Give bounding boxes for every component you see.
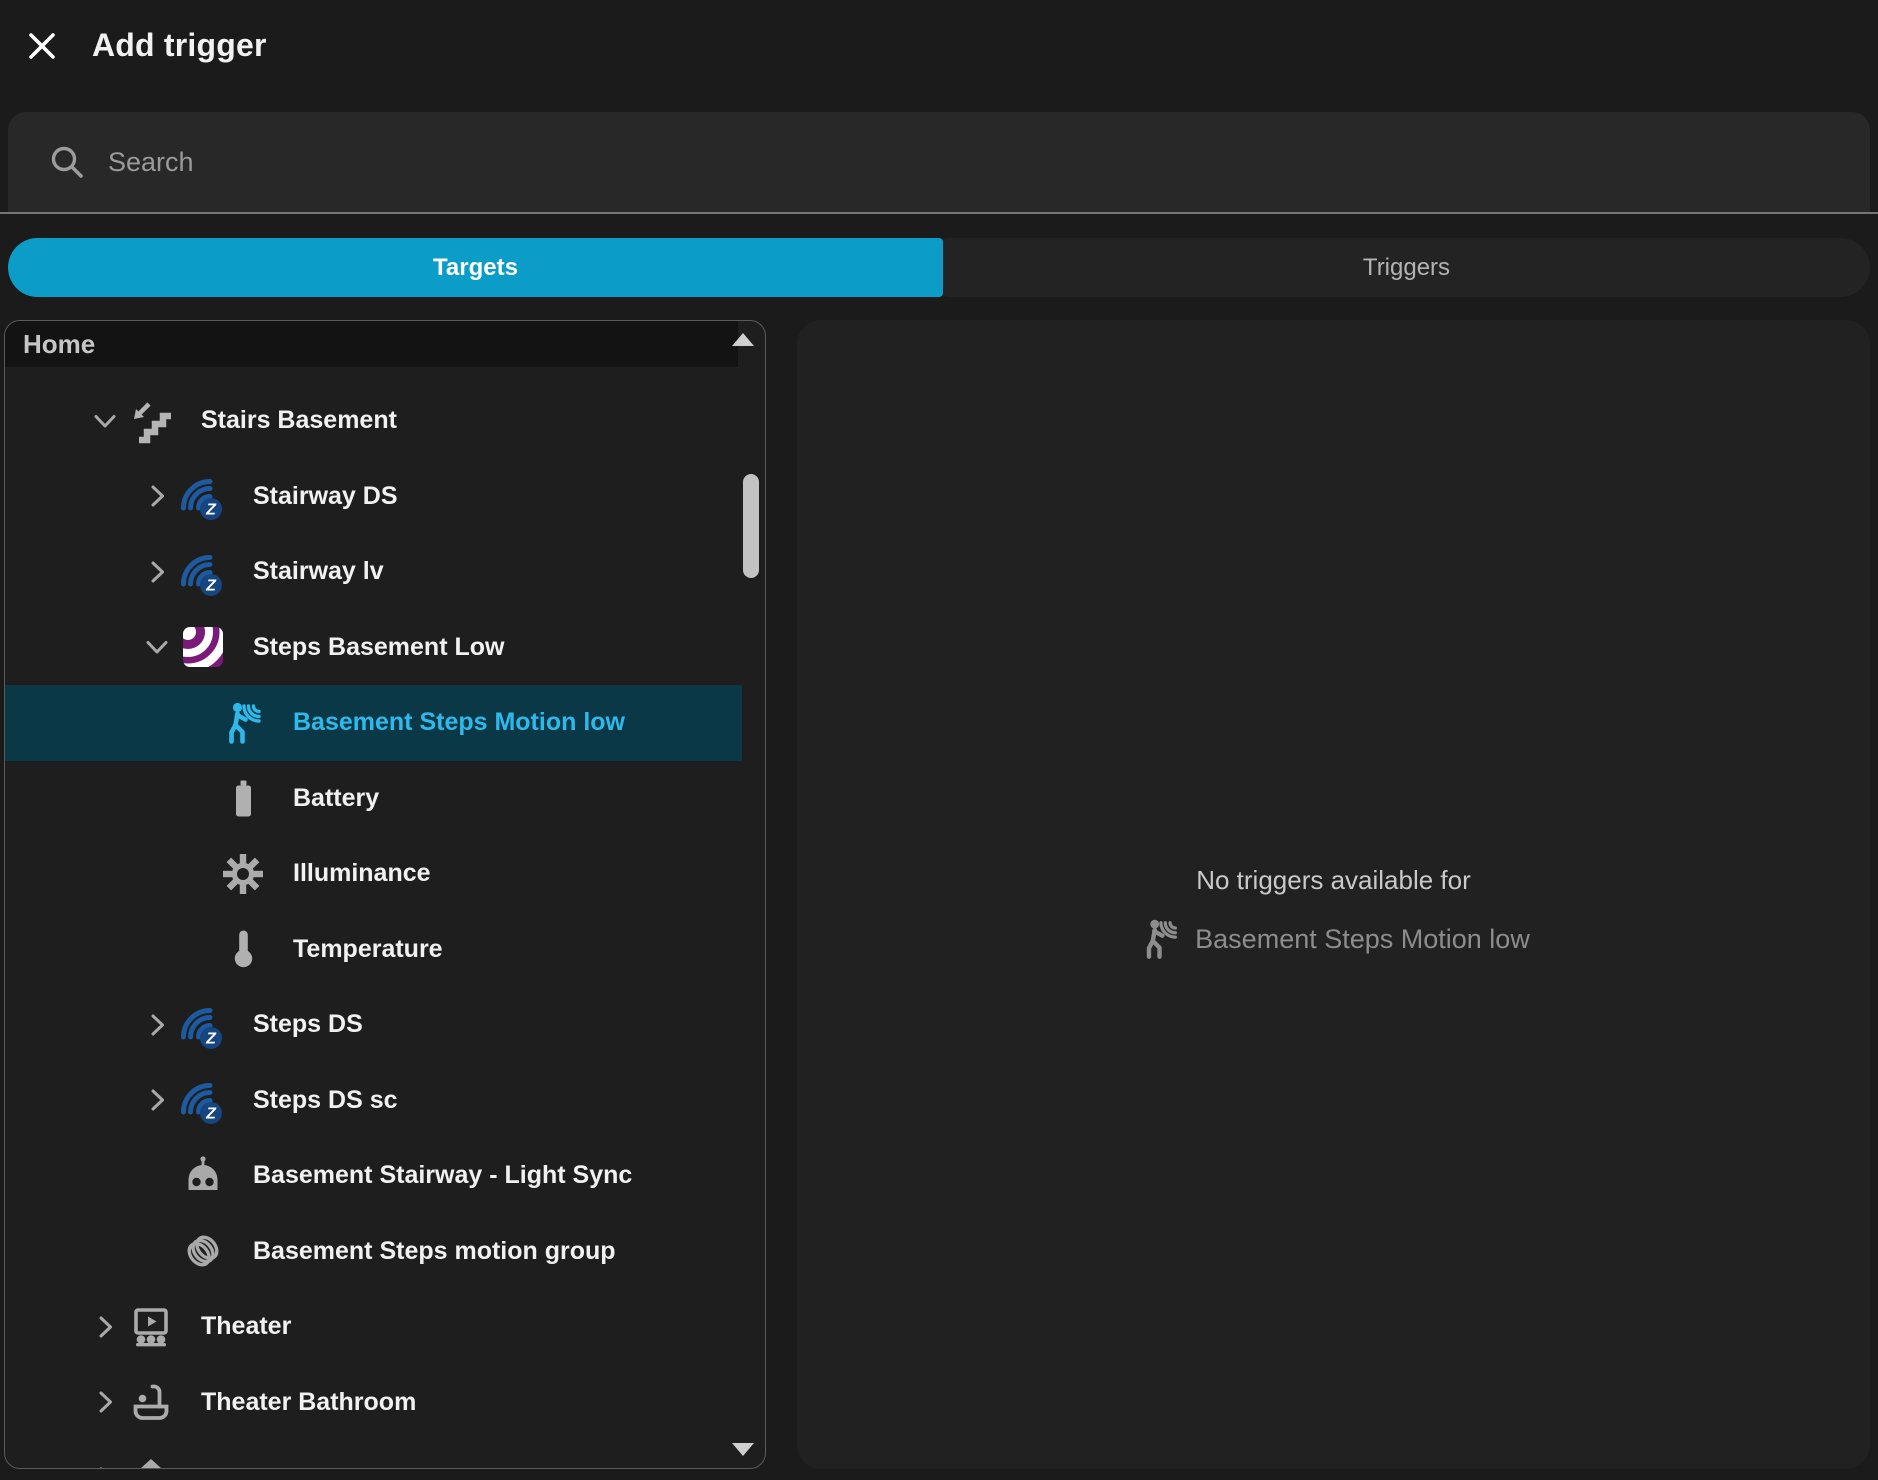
svg-text:Z: Z (205, 1106, 217, 1123)
no-triggers-message: No triggers available for (797, 865, 1870, 896)
tree-item-stairs-basement[interactable]: Stairs Basement (5, 383, 742, 459)
group-rings-icon (179, 1227, 227, 1275)
tree-item-label: Battery (293, 784, 379, 813)
robot-icon (179, 1152, 227, 1200)
tree-rows: Stairs Basement Z (5, 367, 742, 1469)
no-triggers-device: Basement Steps Motion low (797, 916, 1870, 962)
close-icon (24, 28, 60, 64)
tree-item-label: Theater (201, 1312, 291, 1341)
tree-item-label: Illuminance (293, 859, 431, 888)
tab-bar: Targets Triggers (0, 238, 1878, 297)
tree-item-label: Steps Basement Low (253, 633, 504, 662)
tree-item-basement-stairway-light-sync[interactable]: Basement Stairway - Light Sync (5, 1138, 742, 1214)
tab-triggers[interactable]: Triggers (943, 238, 1870, 297)
chevron-spacer (135, 1159, 179, 1193)
motion-sensor-icon (1137, 916, 1183, 962)
add-trigger-dialog: Add trigger Targets Triggers Home (0, 0, 1878, 1480)
tree-item-theater-bathroom[interactable]: Theater Bathroom (5, 1365, 742, 1441)
tree-item-label: Stairway DS (253, 482, 398, 511)
tree-item-basement-steps-motion-group[interactable]: Basement Steps motion group (5, 1214, 742, 1290)
scroll-up-arrow-icon[interactable] (732, 333, 754, 346)
search-icon (46, 141, 88, 183)
theater-icon (127, 1303, 175, 1351)
dialog-header: Add trigger (0, 0, 1878, 110)
tab-targets-label: Targets (433, 254, 518, 282)
tree-item-stairway-ds[interactable]: Z Stairway DS (5, 459, 742, 535)
tree-item-stairway-lv[interactable]: Z Stairway lv (5, 534, 742, 610)
illuminance-icon (219, 850, 267, 898)
bathtub-icon (127, 1378, 175, 1426)
chevron-down-icon[interactable] (135, 630, 179, 664)
house-icon (127, 1454, 175, 1469)
scrollbar-thumb[interactable] (743, 474, 759, 578)
tree-item-label: Steps DS (253, 1010, 363, 1039)
tree-item-partial[interactable] (5, 1440, 742, 1469)
temperature-icon (219, 925, 267, 973)
tree-item-basement-steps-motion-low[interactable]: Basement Steps Motion low (5, 685, 742, 761)
no-triggers-device-name: Basement Steps Motion low (1195, 924, 1530, 955)
svg-text:Z: Z (205, 502, 217, 519)
zigbee-device-icon: Z (179, 548, 227, 596)
zigbee-device-icon: Z (179, 472, 227, 520)
scroll-down-arrow-icon[interactable] (732, 1443, 754, 1456)
motion-sensor-icon (219, 699, 267, 747)
tab-targets[interactable]: Targets (8, 238, 943, 297)
chevron-right-icon[interactable] (135, 555, 179, 589)
tree-item-temperature[interactable]: Temperature (5, 912, 742, 988)
battery-icon (219, 774, 267, 822)
tree-item-steps-basement-low[interactable]: Steps Basement Low (5, 610, 742, 686)
zwave-device-icon (179, 623, 227, 671)
tree-item-steps-ds[interactable]: Z Steps DS (5, 987, 742, 1063)
tree-item-battery[interactable]: Battery (5, 761, 742, 837)
tree-item-label: Stairway lv (253, 557, 384, 586)
tree-item-label: Temperature (293, 935, 443, 964)
tree-item-label: Basement Stairway - Light Sync (253, 1161, 632, 1190)
tab-triggers-label: Triggers (1363, 254, 1450, 282)
tree-item-illuminance[interactable]: Illuminance (5, 836, 742, 912)
search-input[interactable] (106, 146, 1840, 179)
chevron-right-icon[interactable] (83, 1385, 127, 1419)
page-title: Add trigger (92, 27, 267, 64)
svg-text:Z: Z (205, 1030, 217, 1047)
search-divider (0, 212, 1878, 214)
search-bar (8, 112, 1870, 212)
tree-item-label: Theater Bathroom (201, 1388, 416, 1417)
chevron-right-icon[interactable] (135, 1083, 179, 1117)
zigbee-device-icon: Z (179, 1076, 227, 1124)
triggers-detail-panel: No triggers available for (797, 320, 1870, 1469)
tree-item-theater[interactable]: Theater (5, 1289, 742, 1365)
tree-item-label: Steps DS sc (253, 1086, 398, 1115)
chevron-spacer (135, 1234, 179, 1268)
tree-item-label: Stairs Basement (201, 406, 397, 435)
tree-root-label: Home (23, 329, 95, 360)
chevron-right-icon[interactable] (135, 479, 179, 513)
chevron-right-icon[interactable] (83, 1310, 127, 1344)
tree-item-label: Basement Steps Motion low (293, 708, 625, 737)
chevron-down-icon[interactable] (83, 404, 127, 438)
chevron-right-icon[interactable] (135, 1008, 179, 1042)
stairs-down-icon (127, 397, 175, 445)
chevron-right-icon[interactable] (83, 1461, 127, 1469)
tree-root-header[interactable]: Home (5, 321, 738, 367)
targets-tree-panel: Home Stairs Basement (4, 320, 766, 1469)
tree-item-label: Basement Steps motion group (253, 1237, 616, 1266)
zigbee-device-icon: Z (179, 1001, 227, 1049)
close-button[interactable] (22, 26, 62, 66)
svg-text:Z: Z (205, 577, 217, 594)
tree-item-steps-ds-sc[interactable]: Z Steps DS sc (5, 1063, 742, 1139)
